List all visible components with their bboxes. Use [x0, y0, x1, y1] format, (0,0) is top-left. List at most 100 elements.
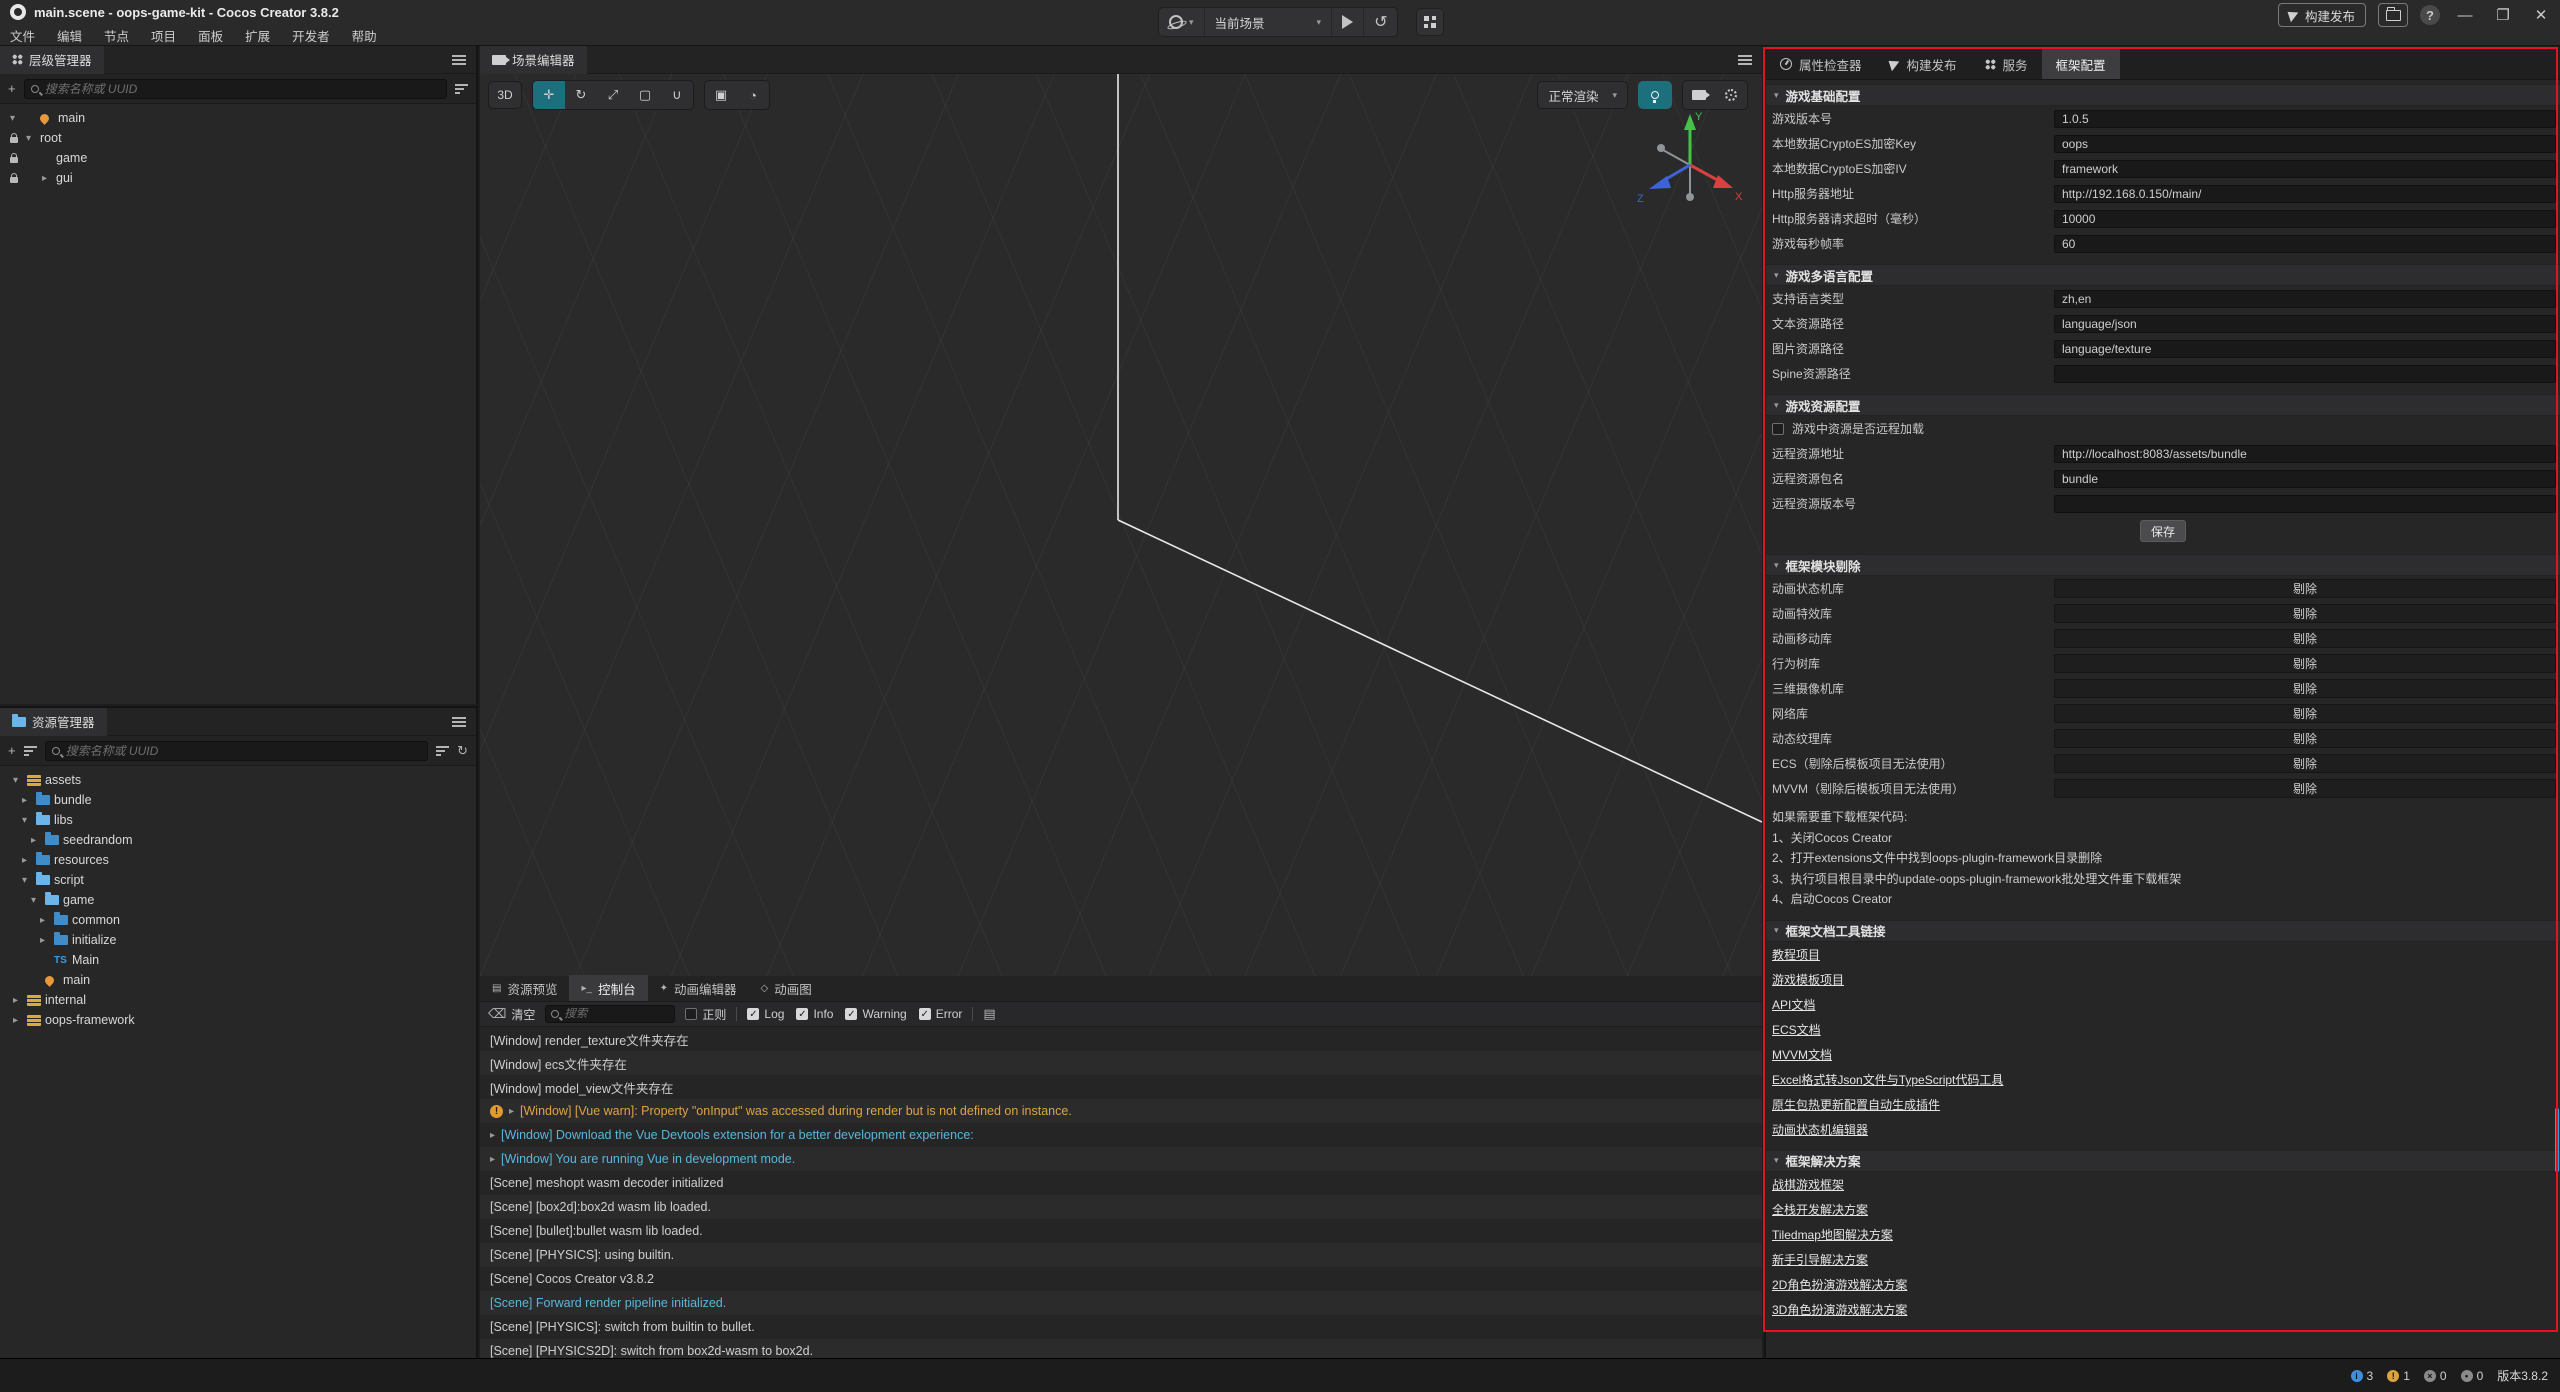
property-input[interactable] — [2054, 110, 2556, 128]
expand-chevron[interactable]: ▸ — [22, 855, 36, 866]
asset-node[interactable]: ▸initialize — [0, 930, 476, 950]
expand-chevron[interactable]: ▸ — [22, 795, 36, 806]
remove-module-button[interactable]: 剔除 — [2054, 704, 2556, 723]
doc-link[interactable]: ECS文档 — [1766, 1017, 2560, 1042]
filter-log[interactable]: ✓Log — [747, 1007, 784, 1021]
property-input[interactable] — [2054, 290, 2556, 308]
doc-link[interactable]: API文档 — [1766, 992, 2560, 1017]
move-tool-button[interactable]: ✛ — [533, 81, 565, 109]
assets-tab[interactable]: 资源管理器 — [0, 708, 107, 736]
asset-node[interactable]: TSMain — [0, 950, 476, 970]
property-input[interactable] — [2054, 235, 2556, 253]
inspector-tab-服务[interactable]: 服务 — [1971, 49, 2042, 79]
hierarchy-node[interactable]: ▾main — [0, 108, 476, 128]
scrollbar-thumb[interactable] — [2555, 1108, 2559, 1172]
menu-item[interactable]: 项目 — [151, 26, 176, 45]
menu-item[interactable]: 节点 — [104, 26, 129, 45]
log-row[interactable]: !▸[Window] [Vue warn]: Property "onInput… — [480, 1099, 1762, 1123]
render-mode-select[interactable]: 正常渲染 ▾ — [1537, 81, 1628, 109]
asset-node[interactable]: ▸common — [0, 910, 476, 930]
console-tab-控制台[interactable]: ▸_控制台 — [569, 975, 647, 1001]
expand-chevron[interactable]: ▸ — [509, 1106, 514, 1117]
doc-link[interactable]: 教程项目 — [1766, 942, 2560, 967]
scale-tool-button[interactable]: ⤢ — [597, 81, 629, 109]
log-row[interactable]: [Scene] Forward render pipeline initiali… — [480, 1291, 1762, 1315]
filter-error[interactable]: ✓Error — [919, 1007, 963, 1021]
panel-menu-icon[interactable] — [452, 59, 466, 61]
expand-chevron[interactable]: ▾ — [31, 895, 45, 906]
close-button[interactable]: ✕ — [2528, 6, 2554, 24]
hierarchy-node[interactable]: game — [0, 148, 476, 168]
log-row[interactable]: [Scene] [PHYSICS2D]: switch from box2d-w… — [480, 1339, 1762, 1358]
log-row[interactable]: [Scene] [bullet]:bullet wasm lib loaded. — [480, 1219, 1762, 1243]
expand-chevron[interactable]: ▾ — [26, 133, 40, 144]
console-tab-资源预览[interactable]: ▤资源预览 — [480, 975, 569, 1001]
scene-viewport[interactable]: Y X Z — [480, 74, 1762, 976]
log-row[interactable]: [Scene] [PHYSICS]: switch from builtin t… — [480, 1315, 1762, 1339]
filter-icon[interactable] — [436, 746, 449, 756]
property-input[interactable] — [2054, 340, 2556, 358]
log-file-icon[interactable]: ▤ — [983, 1006, 995, 1022]
asset-node[interactable]: ▾game — [0, 890, 476, 910]
expand-chevron[interactable]: ▸ — [13, 995, 27, 1006]
log-row[interactable]: [Window] ecs文件夹存在 — [480, 1051, 1762, 1075]
asset-node[interactable]: ▸seedrandom — [0, 830, 476, 850]
expand-chevron[interactable]: ▾ — [13, 775, 27, 786]
doc-link[interactable]: 战棋游戏框架 — [1766, 1172, 2560, 1197]
console-tab-动画图[interactable]: ◇动画图 — [748, 975, 823, 1001]
section-header[interactable]: ▾游戏资源配置 — [1766, 394, 2560, 416]
hierarchy-search-input[interactable] — [45, 82, 440, 96]
section-header[interactable]: ▾框架文档工具链接 — [1766, 920, 2560, 942]
remove-module-button[interactable]: 剔除 — [2054, 654, 2556, 673]
property-input[interactable] — [2054, 365, 2556, 383]
doc-link[interactable]: 动画状态机编辑器 — [1766, 1117, 2560, 1142]
clear-console-button[interactable]: ⌫ 清空 — [488, 1006, 535, 1023]
asset-node[interactable]: ▸bundle — [0, 790, 476, 810]
scene-select[interactable]: 当前场景 ▾ — [1205, 8, 1333, 36]
section-header[interactable]: ▾游戏多语言配置 — [1766, 264, 2560, 286]
expand-chevron[interactable]: ▾ — [22, 815, 36, 826]
asset-node[interactable]: ▾script — [0, 870, 476, 890]
menu-item[interactable]: 编辑 — [57, 26, 82, 45]
assets-search-input[interactable] — [66, 744, 422, 758]
menu-item[interactable]: 扩展 — [245, 26, 270, 45]
log-row[interactable]: [Window] render_texture文件夹存在 — [480, 1027, 1762, 1051]
expand-chevron[interactable]: ▸ — [40, 935, 54, 946]
doc-link[interactable]: Tiledmap地图解决方案 — [1766, 1222, 2560, 1247]
log-row[interactable]: [Scene] Cocos Creator v3.8.2 — [480, 1267, 1762, 1291]
hierarchy-node[interactable]: ▸gui — [0, 168, 476, 188]
pivot-toggle-button[interactable]: ▣ — [705, 81, 737, 109]
asset-node[interactable]: ▸internal — [0, 990, 476, 1010]
remove-module-button[interactable]: 剔除 — [2054, 604, 2556, 623]
property-input[interactable] — [2054, 495, 2556, 513]
minimize-button[interactable]: — — [2452, 7, 2478, 24]
lighting-toggle-button[interactable] — [1638, 81, 1672, 109]
section-header[interactable]: ▾框架解决方案 — [1766, 1150, 2560, 1172]
log-row[interactable]: [Window] model_view文件夹存在 — [480, 1075, 1762, 1099]
3d-mode-button[interactable]: 3D — [488, 81, 522, 109]
expand-chevron[interactable]: ▸ — [40, 915, 54, 926]
maximize-button[interactable]: ❐ — [2490, 6, 2516, 24]
log-row[interactable]: ▸[Window] Download the Vue Devtools exte… — [480, 1123, 1762, 1147]
play-button[interactable] — [1332, 8, 1364, 36]
save-button[interactable]: 保存 — [2140, 520, 2186, 542]
expand-chevron[interactable]: ▸ — [490, 1130, 495, 1141]
build-publish-button[interactable]: 构建发布 — [2278, 3, 2366, 27]
doc-link[interactable]: Excel格式转Json文件与TypeScript代码工具 — [1766, 1067, 2560, 1092]
remove-module-button[interactable]: 剔除 — [2054, 629, 2556, 648]
expand-chevron[interactable]: ▸ — [31, 835, 45, 846]
property-input[interactable] — [2054, 445, 2556, 463]
asset-node[interactable]: ▾assets — [0, 770, 476, 790]
doc-link[interactable]: MVVM文档 — [1766, 1042, 2560, 1067]
rotate-tool-button[interactable]: ↻ — [565, 81, 597, 109]
doc-link[interactable]: 游戏模板项目 — [1766, 967, 2560, 992]
property-input[interactable] — [2054, 185, 2556, 203]
panel-menu-icon[interactable] — [1738, 59, 1752, 61]
remove-module-button[interactable]: 剔除 — [2054, 579, 2556, 598]
remote-load-checkbox-row[interactable]: 游戏中资源是否远程加载 — [1766, 416, 2560, 441]
hierarchy-tab[interactable]: 层级管理器 — [0, 46, 104, 74]
menu-item[interactable]: 面板 — [198, 26, 223, 45]
inspector-tab-框架配置[interactable]: 框架配置 — [2042, 49, 2120, 79]
section-header[interactable]: ▾游戏基础配置 — [1766, 84, 2560, 106]
remove-module-button[interactable]: 剔除 — [2054, 754, 2556, 773]
